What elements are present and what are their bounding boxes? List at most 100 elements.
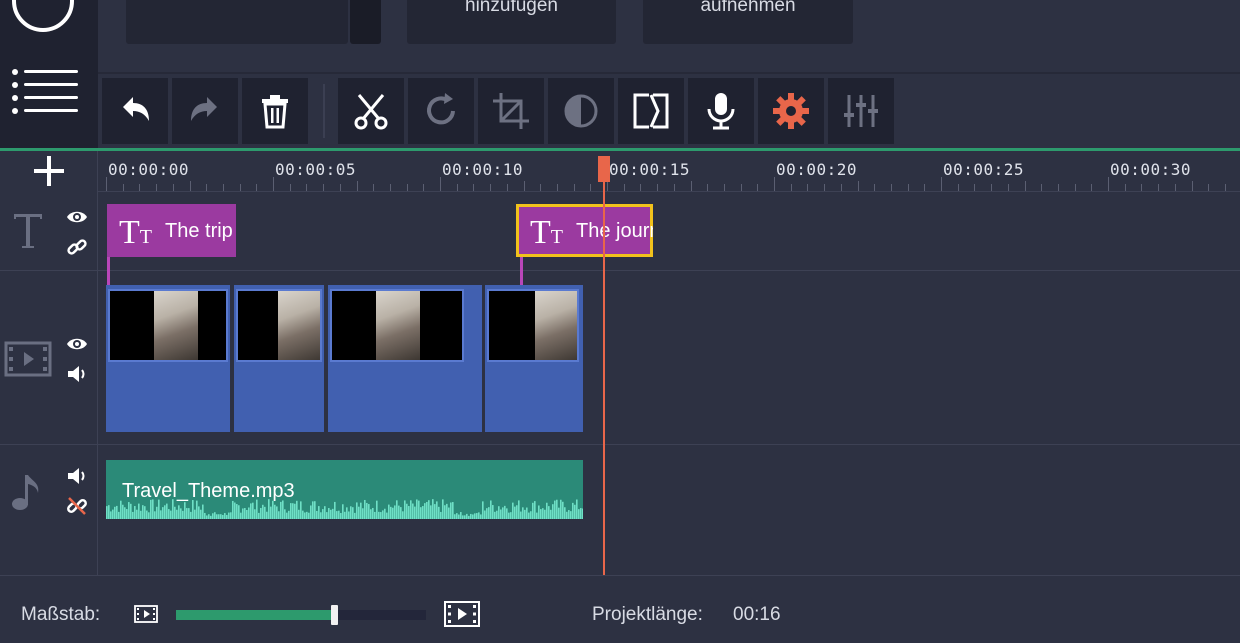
cut-button[interactable] xyxy=(338,78,404,144)
waveform-bar xyxy=(202,504,204,519)
record-button[interactable]: aufnehmen xyxy=(643,0,853,44)
ruler-tick xyxy=(1158,184,1160,191)
waveform-bar xyxy=(370,509,372,519)
add-track-button[interactable] xyxy=(0,151,97,191)
ruler-tick xyxy=(740,184,742,191)
waveform-bar xyxy=(158,499,160,519)
scissors-icon xyxy=(354,94,388,130)
waveform-bar xyxy=(580,508,582,519)
waveform-bar xyxy=(416,499,418,519)
redo-button[interactable] xyxy=(172,78,238,144)
zoom-out-icon[interactable] xyxy=(134,604,158,624)
zoom-in-icon[interactable] xyxy=(444,600,480,628)
title-clip-label: The trip xyxy=(165,220,233,242)
color-adjust-button[interactable] xyxy=(548,78,614,144)
record-voice-button[interactable] xyxy=(688,78,754,144)
waveform-bar xyxy=(546,502,548,519)
waveform-bar xyxy=(154,511,156,519)
ruler-tick xyxy=(1091,184,1093,191)
add-button[interactable]: hinzufügen xyxy=(407,0,616,44)
waveform-bar xyxy=(508,512,510,519)
title-clip[interactable]: TT The trip xyxy=(107,204,236,257)
waveform-bar xyxy=(570,511,572,519)
waveform-bar xyxy=(482,501,484,519)
waveform-bar xyxy=(214,512,216,519)
settings-button[interactable] xyxy=(758,78,824,144)
waveform-bar xyxy=(358,506,360,519)
speaker-icon[interactable] xyxy=(66,363,88,385)
settings-icon xyxy=(773,93,809,129)
time-ruler[interactable]: 00:00:00 00:00:05 00:00:10 00:00:15 00:0… xyxy=(98,151,1240,192)
menu-button[interactable] xyxy=(0,42,98,146)
waveform-bar xyxy=(122,504,124,519)
waveform-bar xyxy=(148,512,150,519)
rotate-button[interactable] xyxy=(408,78,474,144)
panel-scrollbar[interactable] xyxy=(350,0,381,44)
title-clip-label: The journey xyxy=(576,220,653,242)
delete-button[interactable] xyxy=(242,78,308,144)
waveform-bar xyxy=(472,514,474,519)
waveform-bar xyxy=(270,506,272,519)
eye-icon[interactable] xyxy=(66,333,88,355)
waveform-bar xyxy=(194,509,196,519)
crop-button[interactable] xyxy=(478,78,544,144)
video-thumbnail xyxy=(236,289,322,362)
waveform-bar xyxy=(276,506,278,519)
ruler-tick xyxy=(774,177,775,191)
link-icon[interactable] xyxy=(66,236,88,258)
record-button-label: aufnehmen xyxy=(700,0,796,16)
waveform-bar xyxy=(236,504,238,519)
waveform-bar xyxy=(500,509,502,519)
ruler-tick xyxy=(573,184,575,191)
waveform-bar xyxy=(326,512,328,519)
speaker-icon[interactable] xyxy=(66,465,88,487)
video-clip[interactable] xyxy=(106,285,230,432)
waveform-bar xyxy=(280,501,282,519)
waveform-bar xyxy=(118,511,120,519)
waveform-bar xyxy=(294,503,296,519)
ruler-tick xyxy=(957,184,959,191)
waveform-bar xyxy=(332,508,334,519)
unlink-icon[interactable] xyxy=(66,495,88,517)
menu-line xyxy=(24,109,78,112)
media-panel[interactable] xyxy=(126,0,348,44)
waveform-bar xyxy=(234,502,236,519)
audio-clip[interactable]: Travel_Theme.mp3 xyxy=(106,460,583,519)
waveform-bar xyxy=(492,505,494,519)
waveform-bar xyxy=(268,499,270,519)
zoom-slider-thumb[interactable] xyxy=(330,605,338,625)
waveform-bar xyxy=(368,504,370,519)
ruler-tick xyxy=(106,177,107,191)
waveform-bar xyxy=(400,507,402,519)
undo-icon xyxy=(123,97,149,121)
ruler-tick xyxy=(673,184,675,191)
ruler-tick xyxy=(1224,184,1226,191)
undo-button[interactable] xyxy=(102,78,168,144)
ruler-tick xyxy=(857,181,859,191)
transition-button[interactable] xyxy=(618,78,684,144)
equalizer-button[interactable] xyxy=(828,78,894,144)
waveform-bar xyxy=(440,511,442,519)
playhead-handle[interactable] xyxy=(598,156,610,182)
waveform-bar xyxy=(354,512,356,519)
video-clip[interactable] xyxy=(485,285,583,432)
waveform-bar xyxy=(488,507,490,519)
waveform-bar xyxy=(474,513,476,519)
eye-icon[interactable] xyxy=(66,206,88,228)
waveform-bar xyxy=(444,505,446,519)
waveform-bar xyxy=(188,508,190,519)
ruler-tick xyxy=(723,184,725,191)
title-clip-selected[interactable]: TT The journey xyxy=(516,204,653,257)
waveform-bar xyxy=(312,501,314,519)
waveform-bar xyxy=(340,512,342,519)
video-thumbnail xyxy=(330,289,464,362)
video-clip[interactable] xyxy=(328,285,482,432)
ruler-tick xyxy=(523,181,525,191)
waveform-bar xyxy=(328,508,330,519)
scale-label: Maßstab: xyxy=(21,604,101,625)
waveform-bar xyxy=(516,505,518,519)
waveform-bar xyxy=(244,507,246,519)
video-clip[interactable] xyxy=(234,285,324,432)
waveform-bar xyxy=(210,515,212,519)
menu-bullet xyxy=(12,82,18,88)
